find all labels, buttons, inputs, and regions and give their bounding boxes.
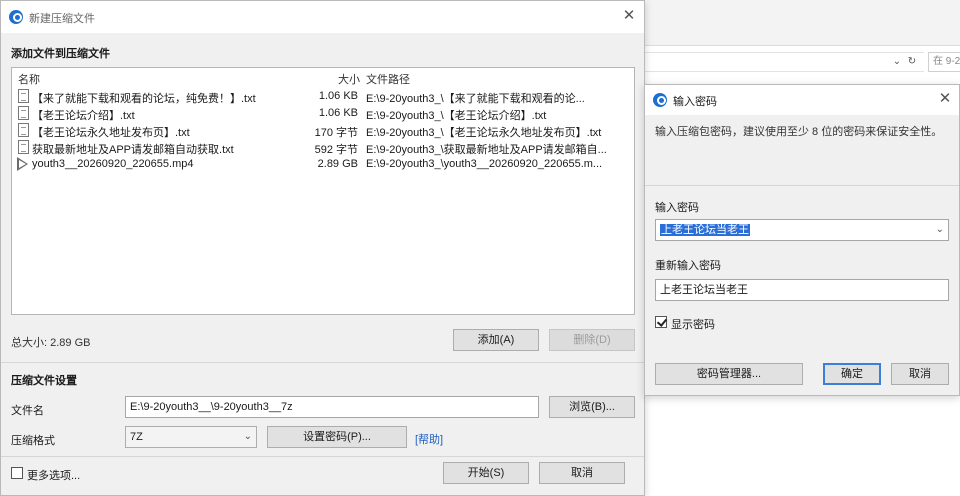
- filename-label: 文件名: [11, 405, 44, 417]
- file-path: E:\9-20youth3_\获取最新地址及APP请发邮箱自...: [366, 144, 607, 156]
- app-logo-icon: [653, 93, 667, 107]
- file-size: 2.89 GB: [317, 158, 358, 170]
- compress-dialog-title: 新建压缩文件: [29, 13, 95, 25]
- ok-button[interactable]: 确定: [823, 363, 881, 385]
- compress-dialog: 新建压缩文件 ✕ 添加文件到压缩文件 名称 大小 文件路径 【来了就能下载和观看…: [0, 0, 645, 496]
- file-name: 【老王论坛永久地址发布页】.txt: [32, 127, 190, 139]
- help-link[interactable]: [帮助]: [415, 431, 443, 447]
- set-password-button[interactable]: 设置密码(P)...: [267, 426, 407, 448]
- video-file-icon: [17, 157, 28, 171]
- compress-dialog-titlebar: 新建压缩文件 ✕: [1, 1, 644, 33]
- password-cancel-button[interactable]: 取消: [891, 363, 949, 385]
- file-size: 1.06 KB: [318, 107, 358, 119]
- file-path: E:\9-20youth3_\youth3__20260920_220655.m…: [366, 158, 603, 170]
- start-button[interactable]: 开始(S): [443, 462, 529, 484]
- file-size: 170 字节: [314, 127, 358, 139]
- chevron-down-icon: ⌄: [243, 431, 252, 442]
- file-row[interactable]: youth3__20260920_220655.mp4 2.89 GB E:\9…: [12, 156, 634, 173]
- file-list[interactable]: 名称 大小 文件路径 【来了就能下载和观看的论坛，纯免费！】.txt 1.06 …: [11, 67, 635, 315]
- show-password-checkbox[interactable]: [655, 316, 667, 328]
- file-list-header: 名称 大小 文件路径: [12, 68, 634, 86]
- settings-section-title: 压缩文件设置: [11, 375, 77, 387]
- file-path: E:\9-20youth3_\【老王论坛永久地址发布页】.txt: [366, 127, 602, 139]
- column-name[interactable]: 名称: [18, 71, 40, 87]
- file-size: 592 字节: [314, 144, 358, 156]
- password-input-value: 上老王论坛当老王: [660, 224, 750, 236]
- add-button[interactable]: 添加(A): [453, 329, 539, 351]
- close-icon[interactable]: ✕: [621, 8, 637, 24]
- text-file-icon: [18, 89, 29, 103]
- password-note: 输入压缩包密码，建议使用至少 8 位的密码来保证安全性。: [655, 126, 943, 138]
- column-path[interactable]: 文件路径: [366, 71, 410, 87]
- file-row[interactable]: 【来了就能下载和观看的论坛，纯免费！】.txt 1.06 KB E:\9-20y…: [12, 88, 634, 105]
- divider: [1, 362, 644, 363]
- add-files-section-title: 添加文件到压缩文件: [11, 48, 110, 60]
- more-options-label[interactable]: 更多选项...: [27, 467, 80, 483]
- file-row[interactable]: 获取最新地址及APP请发邮箱自动获取.txt 592 字节 E:\9-20you…: [12, 139, 634, 156]
- close-icon[interactable]: ✕: [937, 91, 953, 107]
- file-size: 1.06 KB: [318, 90, 358, 102]
- browse-button[interactable]: 浏览(B)...: [549, 396, 635, 418]
- reenter-password-input[interactable]: 上老王论坛当老王: [655, 279, 949, 301]
- filename-input[interactable]: E:\9-20youth3__\9-20youth3__7z: [125, 396, 539, 418]
- file-name: youth3__20260920_220655.mp4: [32, 158, 194, 170]
- divider: [1, 456, 644, 457]
- password-label: 输入密码: [655, 202, 699, 214]
- format-select[interactable]: 7Z ⌄: [125, 426, 257, 448]
- total-size: 总大小: 2.89 GB: [11, 337, 91, 349]
- chevron-down-icon[interactable]: ⌄: [936, 220, 944, 240]
- password-dialog-titlebar: 输入密码 ✕: [645, 85, 959, 115]
- background-toolbar: [644, 0, 960, 46]
- file-path: E:\9-20youth3_\【来了就能下载和观看的论...: [366, 93, 585, 105]
- password-input[interactable]: 上老王论坛当老王 ⌄: [655, 219, 949, 241]
- text-file-icon: [18, 106, 29, 120]
- file-row[interactable]: 【老王论坛介绍】.txt 1.06 KB E:\9-20youth3_\【老王论…: [12, 105, 634, 122]
- text-file-icon: [18, 123, 29, 137]
- format-label: 压缩格式: [11, 435, 55, 447]
- background-search-input[interactable]: 在 9-2: [928, 52, 960, 72]
- remove-button[interactable]: 删除(D): [549, 329, 635, 351]
- format-select-value: 7Z: [130, 431, 143, 443]
- file-name: 【老王论坛介绍】.txt: [32, 110, 135, 122]
- reenter-password-label: 重新输入密码: [655, 260, 721, 272]
- file-name: 获取最新地址及APP请发邮箱自动获取.txt: [32, 144, 234, 156]
- password-dialog: 输入密码 ✕ 输入压缩包密码，建议使用至少 8 位的密码来保证安全性。 输入密码…: [644, 84, 960, 396]
- text-file-icon: [18, 140, 29, 154]
- file-row[interactable]: 【老王论坛永久地址发布页】.txt 170 字节 E:\9-20youth3_\…: [12, 122, 634, 139]
- divider: [645, 185, 959, 186]
- chevron-down-icon[interactable]: ⌄: [890, 53, 904, 71]
- more-options-checkbox[interactable]: [11, 467, 23, 479]
- file-path: E:\9-20youth3_\【老王论坛介绍】.txt: [366, 110, 547, 122]
- password-dialog-title: 输入密码: [673, 96, 717, 108]
- file-name: 【来了就能下载和观看的论坛，纯免费！】.txt: [32, 93, 256, 105]
- refresh-icon[interactable]: ↻: [905, 53, 919, 71]
- show-password-label[interactable]: 显示密码: [671, 316, 715, 332]
- background-address-bar[interactable]: [644, 52, 924, 72]
- app-logo-icon: [9, 10, 23, 24]
- cancel-button[interactable]: 取消: [539, 462, 625, 484]
- column-size[interactable]: 大小: [338, 71, 360, 87]
- password-manager-button[interactable]: 密码管理器...: [655, 363, 803, 385]
